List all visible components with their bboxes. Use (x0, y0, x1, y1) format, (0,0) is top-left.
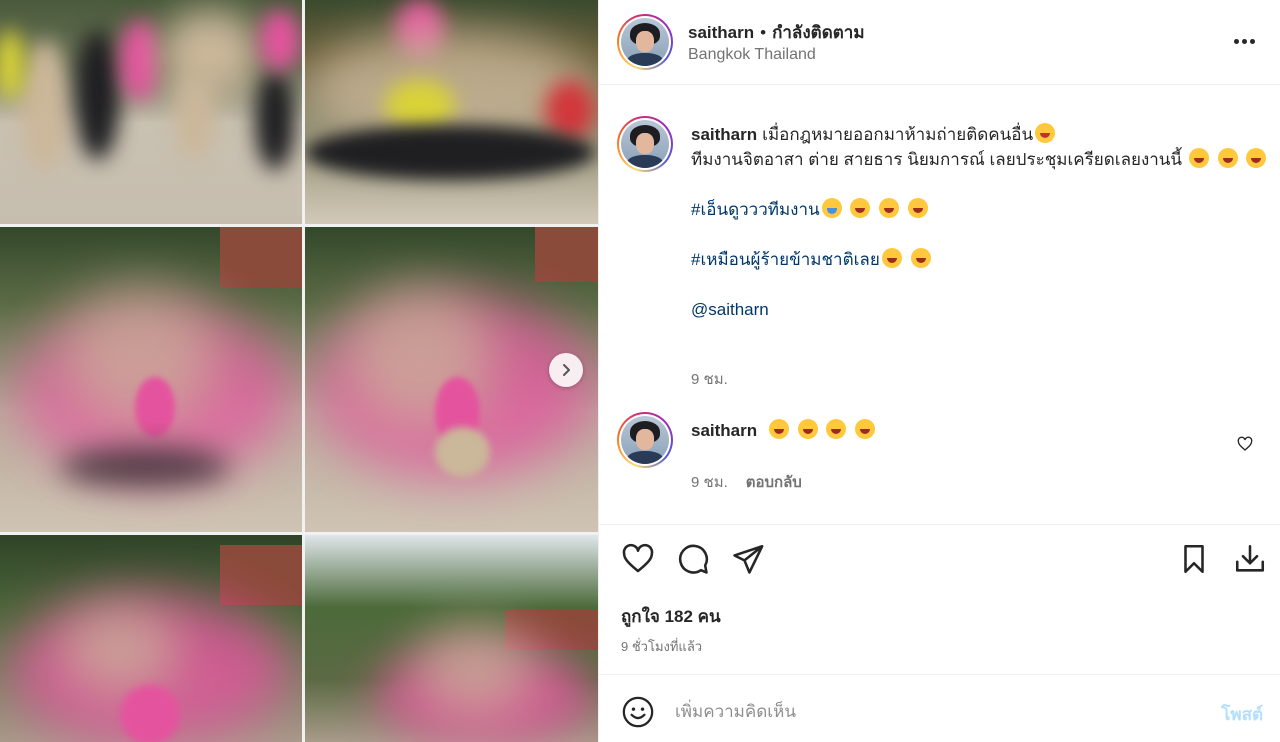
caption-text: saitharn เมื่อกฎหมายออกมาห้ามถ่ายติดคนอื่… (691, 122, 1271, 322)
laughing-emoji-icon (910, 248, 931, 268)
paper-plane-icon (733, 544, 764, 574)
laughing-emoji-icon (879, 198, 900, 218)
post-location[interactable]: Bangkok Thailand (688, 46, 816, 64)
hashtag-link[interactable]: #เอ็นดูวววทีมงาน (691, 200, 820, 219)
comment-avatar[interactable] (617, 412, 673, 468)
share-button[interactable] (729, 541, 767, 579)
next-image-button[interactable] (549, 353, 583, 387)
comment-input[interactable] (675, 697, 1195, 727)
chevron-right-icon (563, 364, 570, 376)
caption-meta: 9 ชม. (691, 367, 728, 391)
laughing-emoji-icon (1217, 148, 1238, 168)
crying-emoji-icon (821, 198, 842, 218)
laughing-emoji-icon (1188, 148, 1209, 168)
emoji-picker-button[interactable] (621, 695, 655, 729)
download-icon (1235, 544, 1265, 572)
comment-button[interactable] (674, 541, 712, 579)
caption-time[interactable]: 9 ชม. (691, 367, 728, 391)
laughing-emoji-icon (855, 419, 876, 439)
post-media[interactable] (0, 0, 598, 742)
mention-link[interactable]: @saitharn (691, 300, 769, 319)
post-panel: saitharn • กำลังติดตาม Bangkok Thailand … (598, 0, 1280, 742)
laughing-emoji-icon (768, 419, 789, 439)
heart-icon (622, 543, 654, 572)
reply-button[interactable]: ตอบกลับ (746, 470, 802, 494)
laughing-emoji-icon (881, 248, 902, 268)
header-divider (599, 84, 1280, 85)
caption-username[interactable]: saitharn (691, 125, 757, 144)
save-button[interactable] (1175, 541, 1213, 579)
post-timestamp[interactable]: 9 ชั่วโมงที่แล้ว (621, 636, 702, 657)
hashtag-link[interactable]: #เหมือนผู้ร้ายข้ามชาติเลย (691, 250, 880, 269)
photo-5 (0, 535, 302, 742)
laughing-emoji-icon (826, 419, 847, 439)
separator-dot: • (760, 22, 767, 42)
photo-6 (305, 535, 598, 742)
bookmark-icon (1184, 544, 1204, 573)
post-header: saitharn • กำลังติดตาม Bangkok Thailand (599, 0, 1280, 84)
comment-username[interactable]: saitharn (691, 421, 757, 440)
smiley-icon (622, 696, 654, 728)
action-bar (599, 525, 1280, 595)
laughing-emoji-icon (797, 419, 818, 439)
comment-item: saitharn 9 ชม. ตอบกลับ (617, 412, 1257, 492)
author-avatar[interactable] (617, 14, 673, 70)
more-options-button[interactable] (1229, 28, 1259, 54)
like-button[interactable] (619, 541, 657, 579)
comment-time[interactable]: 9 ชม. (691, 470, 728, 494)
caption-line-2: ทีมงานจิตอาสา ต่าย สายธาร นิยมการณ์ เลยป… (691, 150, 1183, 169)
following-button[interactable]: กำลังติดตาม (772, 19, 864, 46)
photo-2 (305, 0, 598, 224)
smiling-face-emoji-icon (1035, 123, 1056, 143)
comment-like-icon[interactable] (1237, 436, 1253, 452)
caption: saitharn เมื่อกฎหมายออกมาห้ามถ่ายติดคนอื่… (617, 116, 1267, 396)
add-comment-bar: โพสต์ (599, 674, 1280, 742)
comment-text: saitharn (691, 418, 1271, 443)
author-username[interactable]: saitharn (688, 23, 754, 43)
comment-bubble-icon (678, 544, 709, 574)
photo-1 (0, 0, 302, 224)
post-comment-button[interactable]: โพสต์ (1221, 701, 1263, 728)
laughing-emoji-icon (850, 198, 871, 218)
caption-avatar[interactable] (617, 116, 673, 172)
photo-3 (0, 227, 302, 532)
like-count[interactable]: ถูกใจ 182 คน (621, 603, 721, 630)
comment-meta: 9 ชม. ตอบกลับ (691, 470, 802, 494)
caption-line-1: เมื่อกฎหมายออกมาห้ามถ่ายติดคนอื่น (762, 125, 1034, 144)
download-button[interactable] (1231, 541, 1269, 579)
laughing-emoji-icon (1246, 148, 1267, 168)
laughing-emoji-icon (907, 198, 928, 218)
